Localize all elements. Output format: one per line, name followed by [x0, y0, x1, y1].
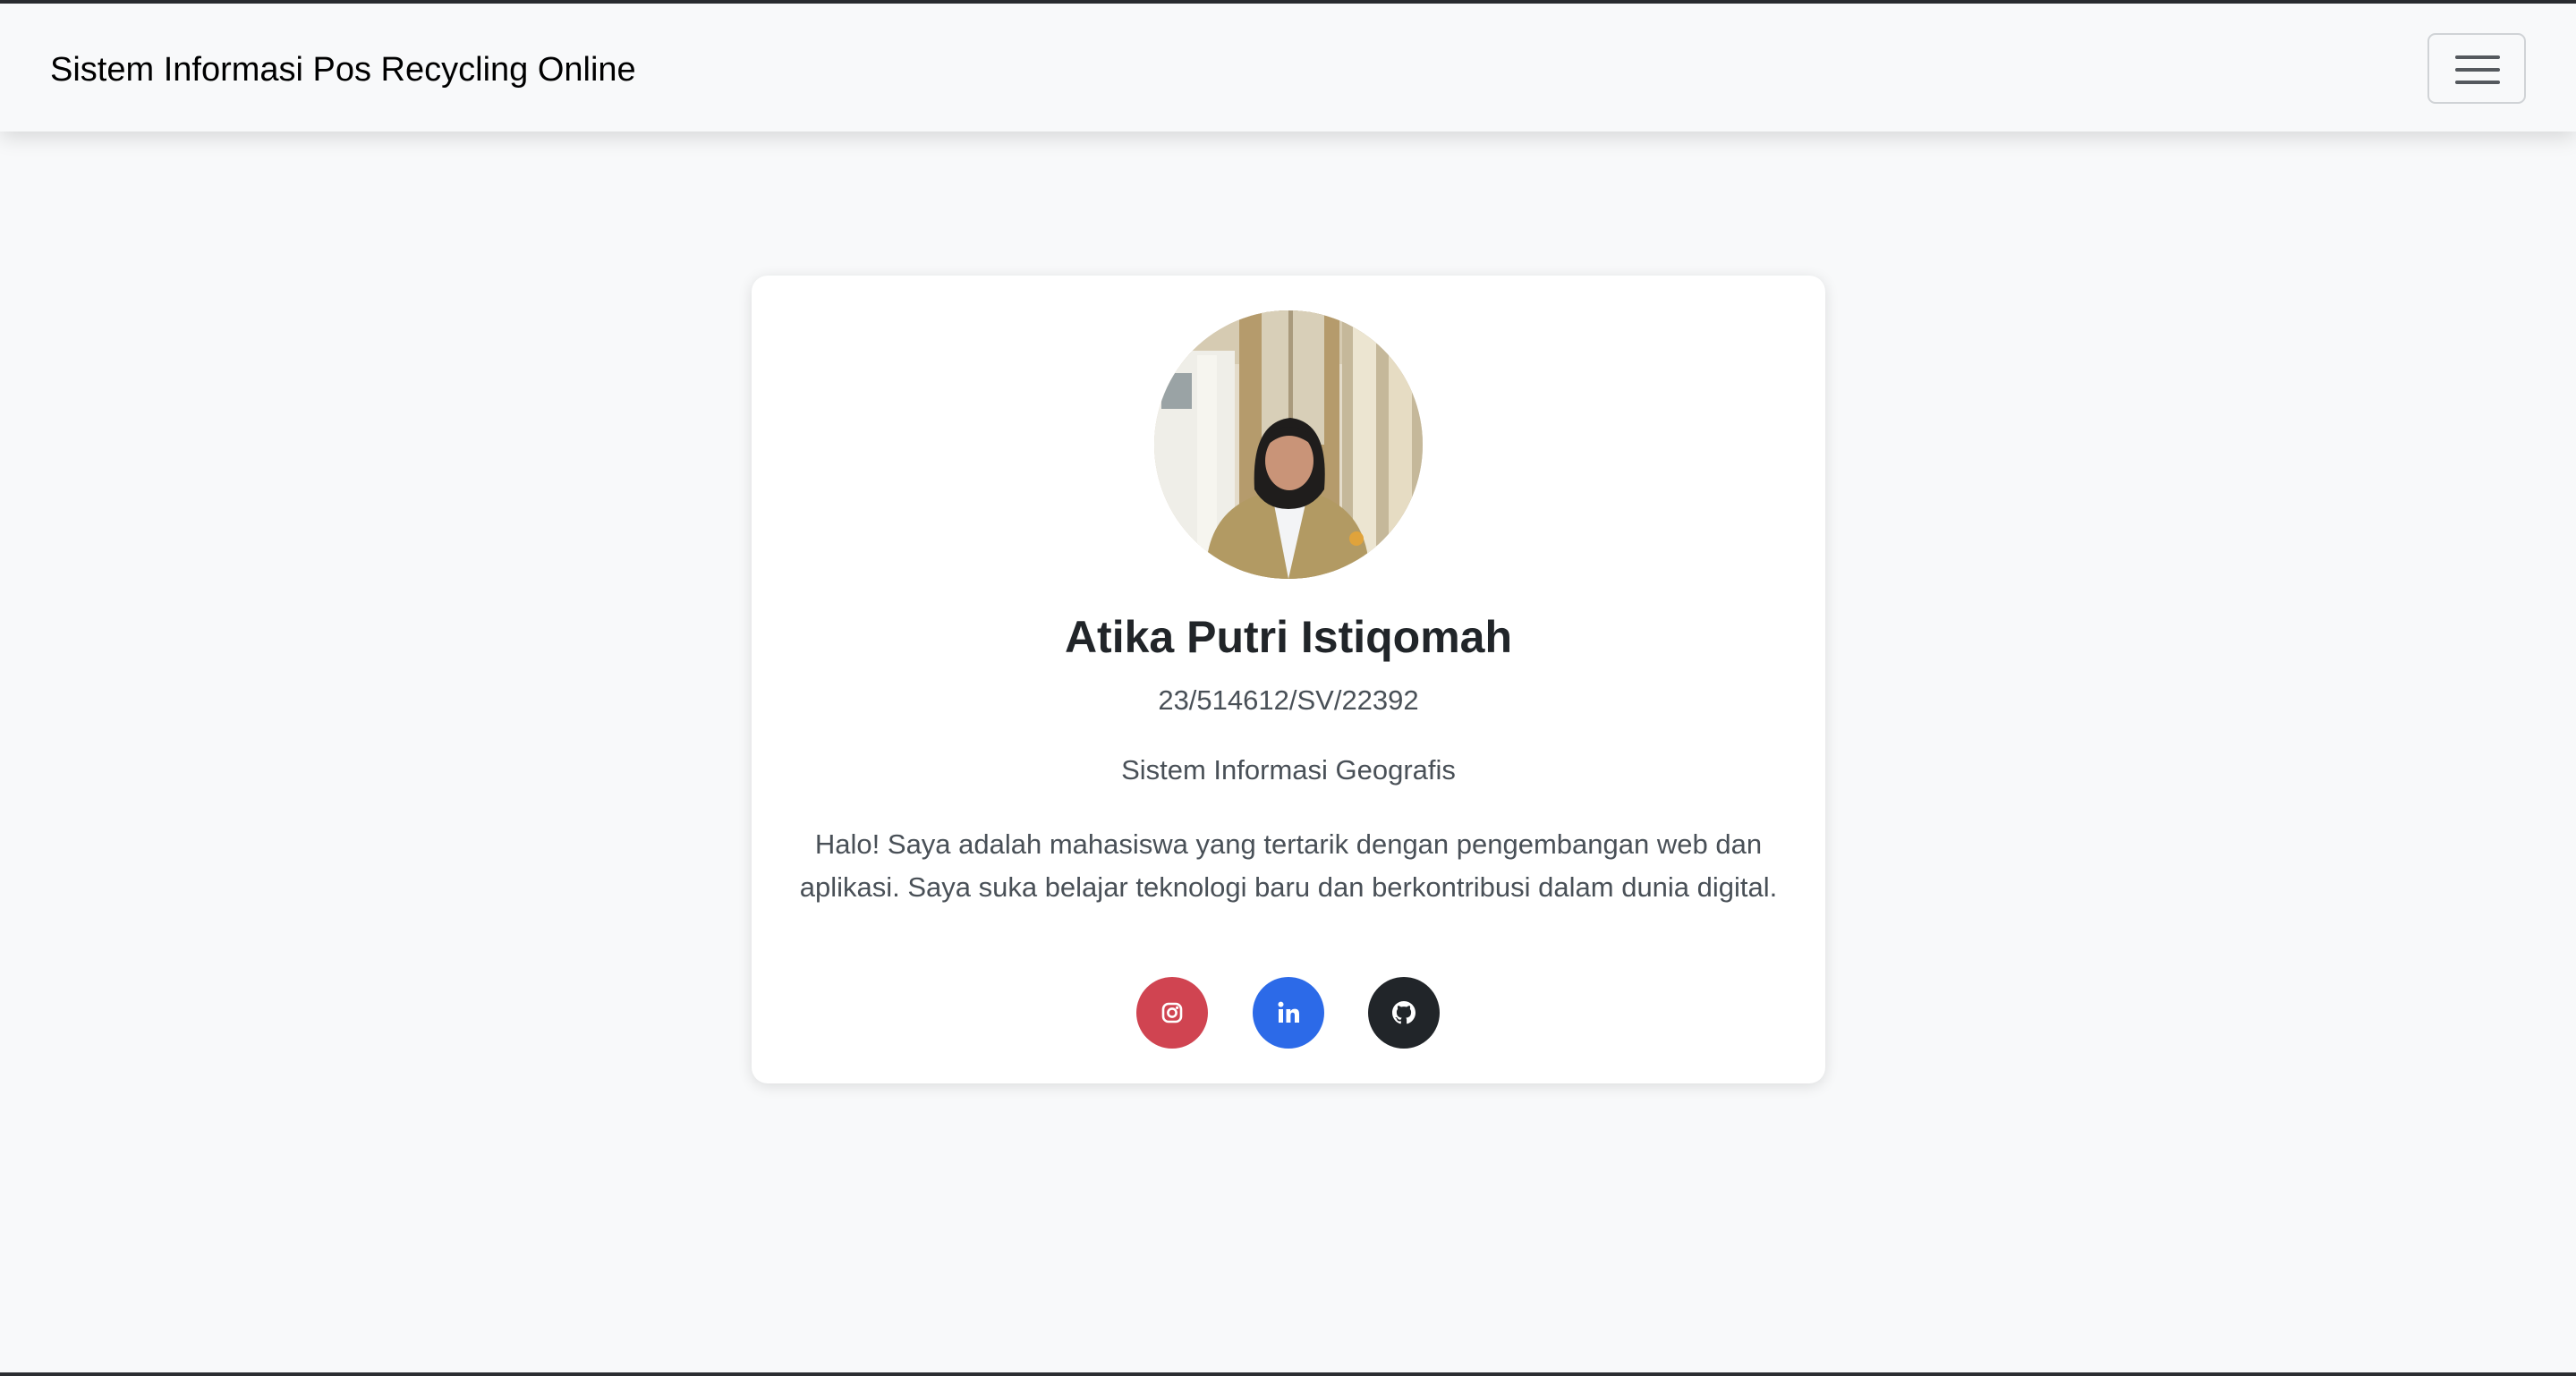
- instagram-icon: [1161, 1002, 1183, 1024]
- profile-bio: Halo! Saya adalah mahasiswa yang tertari…: [799, 828, 1778, 903]
- navbar: Sistem Informasi Pos Recycling Online: [0, 4, 2576, 132]
- profile-name: Atika Putri Istiqomah: [1064, 612, 1513, 662]
- github-icon: [1392, 1001, 1416, 1024]
- linkedin-icon: [1278, 1001, 1299, 1023]
- student-id: 23/514612/SV/22392: [1158, 684, 1419, 716]
- linkedin-link[interactable]: [1253, 977, 1324, 1049]
- profile-card: Atika Putri Istiqomah 23/514612/SV/22392…: [752, 276, 1825, 1083]
- navbar-toggle-button[interactable]: [2427, 33, 2526, 104]
- github-link[interactable]: [1368, 977, 1440, 1049]
- navbar-brand[interactable]: Sistem Informasi Pos Recycling Online: [50, 48, 636, 91]
- profile-photo-illustration: [1154, 310, 1423, 579]
- profile-photo: [1154, 310, 1423, 579]
- study-program: Sistem Informasi Geografis: [1121, 754, 1456, 786]
- instagram-link[interactable]: [1136, 977, 1208, 1049]
